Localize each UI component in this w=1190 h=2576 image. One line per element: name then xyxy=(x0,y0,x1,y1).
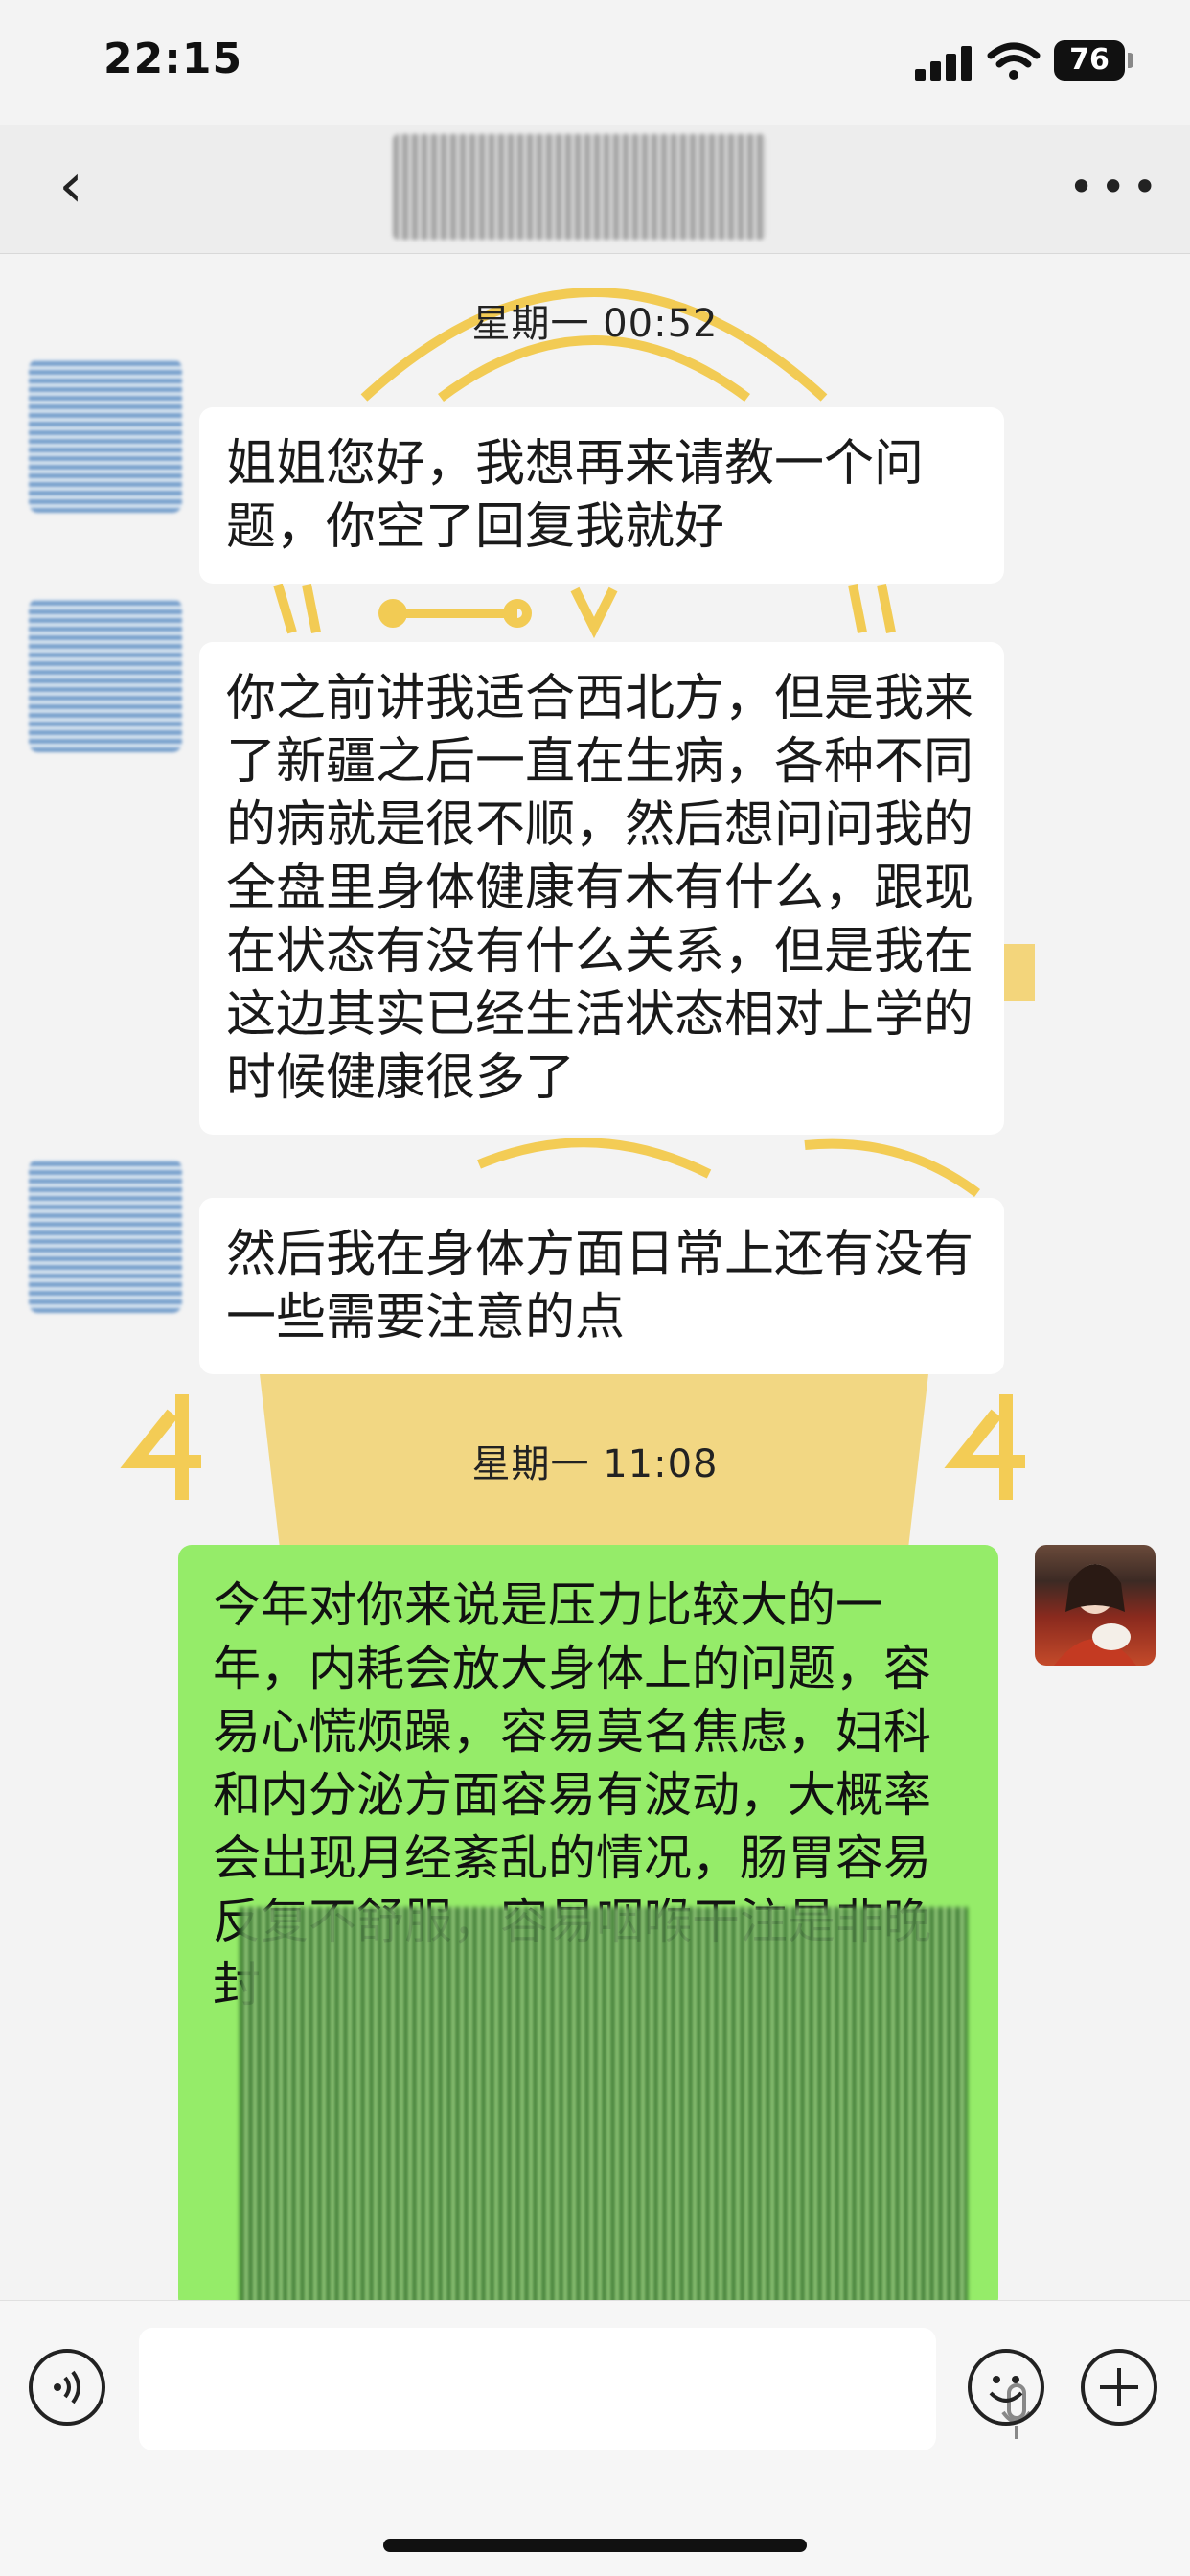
home-indicator[interactable] xyxy=(383,2539,807,2552)
message-bubble-received[interactable]: 姐姐您好，我想再来请教一个问题，你空了回复我就好 xyxy=(199,407,1004,584)
status-time: 22:15 xyxy=(103,34,243,83)
message-bubble-received[interactable]: 你之前讲我适合西北方，但是我来了新疆之后一直在生病，各种不同的病就是很不顺，然后… xyxy=(199,642,1004,1135)
wifi-icon xyxy=(987,42,1041,80)
chat-header: ‹ ••• xyxy=(0,125,1190,254)
back-button[interactable]: ‹ xyxy=(42,155,100,217)
signal-icon xyxy=(915,46,973,80)
more-icon: ••• xyxy=(1068,161,1164,213)
emoji-icon xyxy=(989,2376,1023,2403)
timestamp: 星期一 00:52 xyxy=(471,302,719,346)
more-button[interactable]: ••• xyxy=(1068,163,1157,211)
voice-icon xyxy=(54,2370,80,2404)
avatar-portrait-icon xyxy=(1054,1564,1136,1666)
message-bubble-received[interactable]: 然后我在身体方面日常上还有没有一些需要注意的点 xyxy=(199,1198,1004,1374)
voice-toggle-button[interactable] xyxy=(29,2349,105,2426)
timestamp: 星期一 11:08 xyxy=(471,1442,719,1486)
chat-title-redacted xyxy=(393,134,767,240)
input-toolbar xyxy=(0,2300,1190,2576)
emoji-button[interactable] xyxy=(968,2349,1044,2426)
more-actions-button[interactable] xyxy=(1081,2349,1157,2426)
message-list[interactable]: 星期一 00:52 姐姐您好，我想再来请教一个问题，你空了回复我就好 你之前讲我… xyxy=(0,254,1190,2300)
message-input[interactable] xyxy=(139,2328,1032,2450)
status-bar: 22:15 76 xyxy=(0,0,1190,125)
redacted-region xyxy=(240,1907,968,2300)
contact-avatar[interactable] xyxy=(29,599,182,752)
contact-avatar[interactable] xyxy=(29,359,182,513)
back-icon: ‹ xyxy=(58,150,83,221)
plus-icon xyxy=(1100,2368,1138,2406)
battery-indicator: 76 xyxy=(1054,40,1133,80)
my-avatar[interactable] xyxy=(1035,1545,1156,1666)
contact-avatar[interactable] xyxy=(29,1160,182,1313)
